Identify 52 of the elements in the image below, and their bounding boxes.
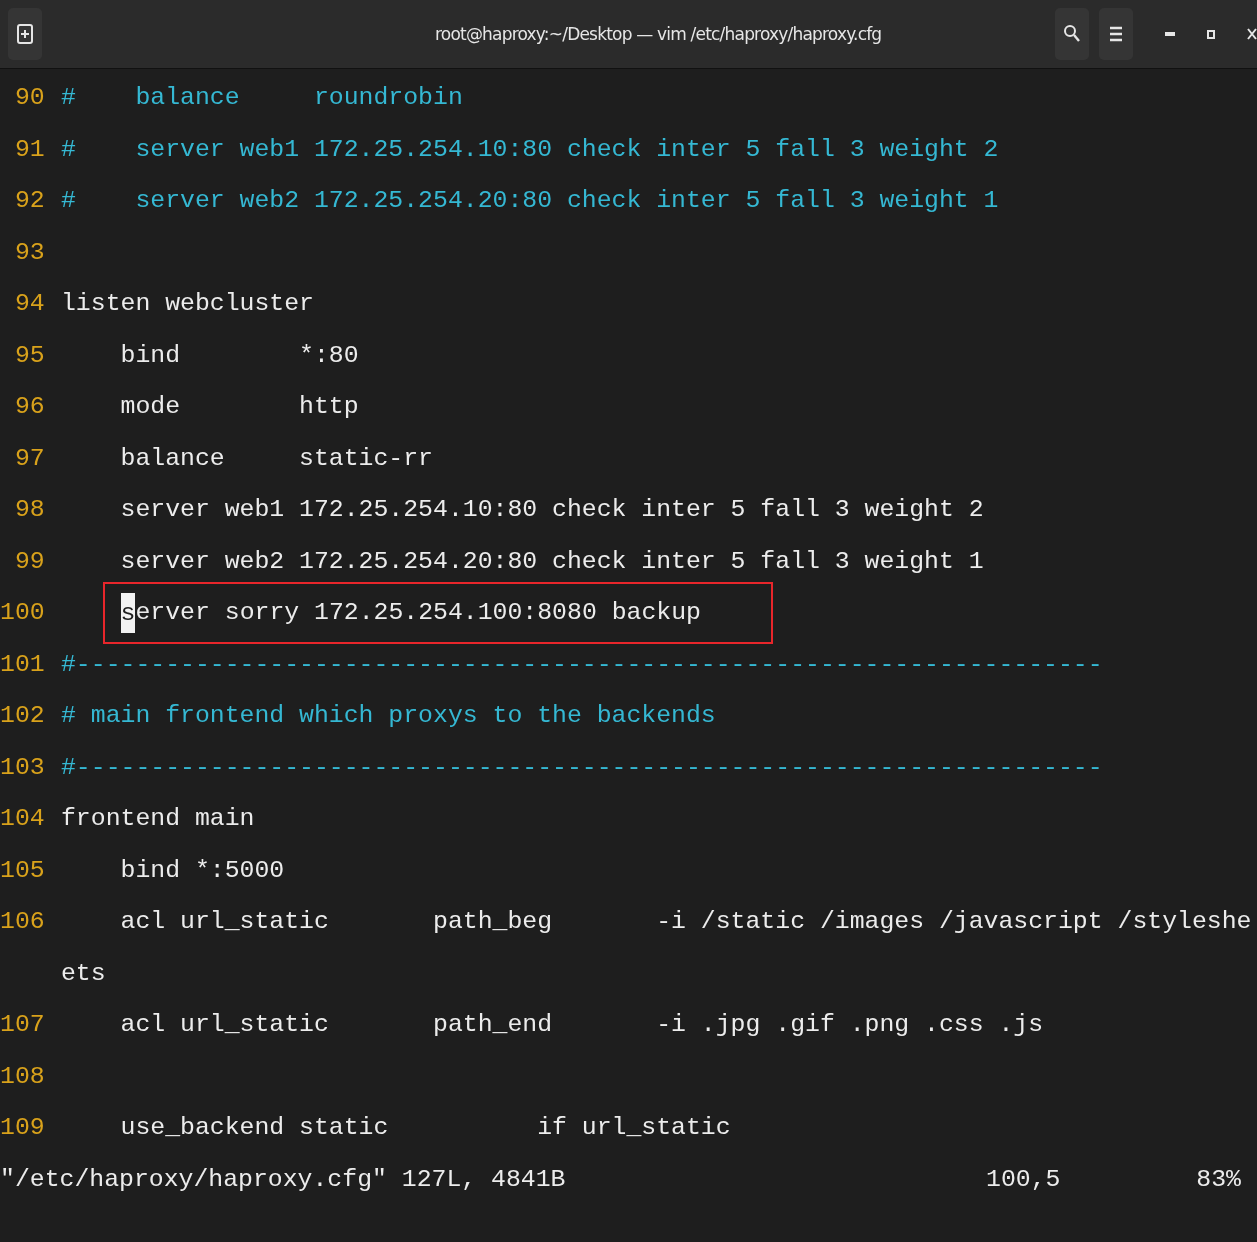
line-number: 101 bbox=[0, 648, 45, 680]
code-line: acl url_static path_end -i .jpg .gif .png .css .js bbox=[119, 1009, 1044, 1040]
comment-line: # balance roundrobin bbox=[61, 82, 463, 113]
line-number: 104 bbox=[0, 803, 45, 834]
comment-line: # server web2 172.25.254.20:80 check inter 5 fall 3 weight 1 bbox=[61, 185, 999, 216]
new-tab-icon bbox=[17, 24, 33, 44]
code-line: erver sorry 172.25.254.100:8080 backup bbox=[135, 597, 701, 628]
search-button[interactable] bbox=[1055, 8, 1089, 60]
comment-line: #--------------------------------------------------------------------- bbox=[61, 751, 1103, 783]
menu-icon bbox=[1109, 26, 1123, 42]
code-line: listen webcluster bbox=[61, 288, 314, 319]
line-number: 107 bbox=[0, 1009, 45, 1040]
line-number: 95 bbox=[13, 339, 45, 371]
line-number: 106 bbox=[0, 906, 45, 937]
line-number: 93 bbox=[13, 236, 45, 268]
line-number: 99 bbox=[13, 545, 45, 577]
line-number: 100 bbox=[0, 597, 45, 628]
line-number: 103 bbox=[0, 751, 45, 783]
comment-line: # server web1 172.25.254.10:80 check inter 5 fall 3 weight 2 bbox=[61, 133, 999, 165]
line-number: 109 bbox=[0, 1112, 45, 1143]
line-number: 94 bbox=[13, 288, 45, 319]
code-line: acl url_static path_beg -i /static /images /javascript /styleshe bbox=[119, 906, 1252, 937]
comment-line: #--------------------------------------------------------------------- bbox=[61, 648, 1103, 680]
code-line: frontend main bbox=[61, 803, 255, 834]
line-number: 102 bbox=[0, 700, 45, 731]
line-number: 98 bbox=[13, 494, 45, 525]
code-line: server web1 172.25.254.10:80 check inter 5 fall 3 weight 2 bbox=[119, 494, 984, 525]
scroll-percentage: 83% bbox=[1196, 1163, 1241, 1195]
cursor-position: 100,5 bbox=[986, 1163, 1062, 1195]
maximize-icon[interactable] bbox=[1207, 29, 1215, 39]
code-line: ets bbox=[61, 957, 106, 989]
line-number: 91 bbox=[13, 133, 45, 165]
code-line: use_backend static if url_static bbox=[119, 1112, 731, 1143]
line-number: 90 bbox=[13, 82, 45, 113]
menu-button[interactable] bbox=[1099, 8, 1133, 60]
comment-line: # main frontend which proxys to the backends bbox=[61, 700, 716, 731]
line-number: 92 bbox=[13, 185, 45, 216]
line-number: 97 bbox=[13, 442, 45, 474]
new-tab-button[interactable] bbox=[8, 8, 42, 60]
code-line: bind *:80 bbox=[119, 339, 359, 371]
line-number: 105 bbox=[0, 854, 45, 886]
search-icon bbox=[1063, 24, 1081, 44]
code-line: bind *:5000 bbox=[119, 854, 285, 886]
status-message: "/etc/haproxy/haproxy.cfg" 127L, 4841B bbox=[0, 1163, 567, 1195]
code-line: mode http bbox=[119, 391, 359, 422]
window-title: root@haproxy:~/Desktop — vim /etc/haproxy/haproxy.cfg bbox=[435, 24, 882, 44]
code-line: server web2 172.25.254.20:80 check inter 5 fall 3 weight 1 bbox=[119, 545, 984, 577]
line-number: 108 bbox=[0, 1060, 45, 1092]
code-line: balance static-rr bbox=[119, 442, 433, 474]
line-number: 96 bbox=[13, 391, 45, 422]
close-icon[interactable] bbox=[1247, 28, 1257, 40]
text-cursor: s bbox=[120, 592, 136, 633]
